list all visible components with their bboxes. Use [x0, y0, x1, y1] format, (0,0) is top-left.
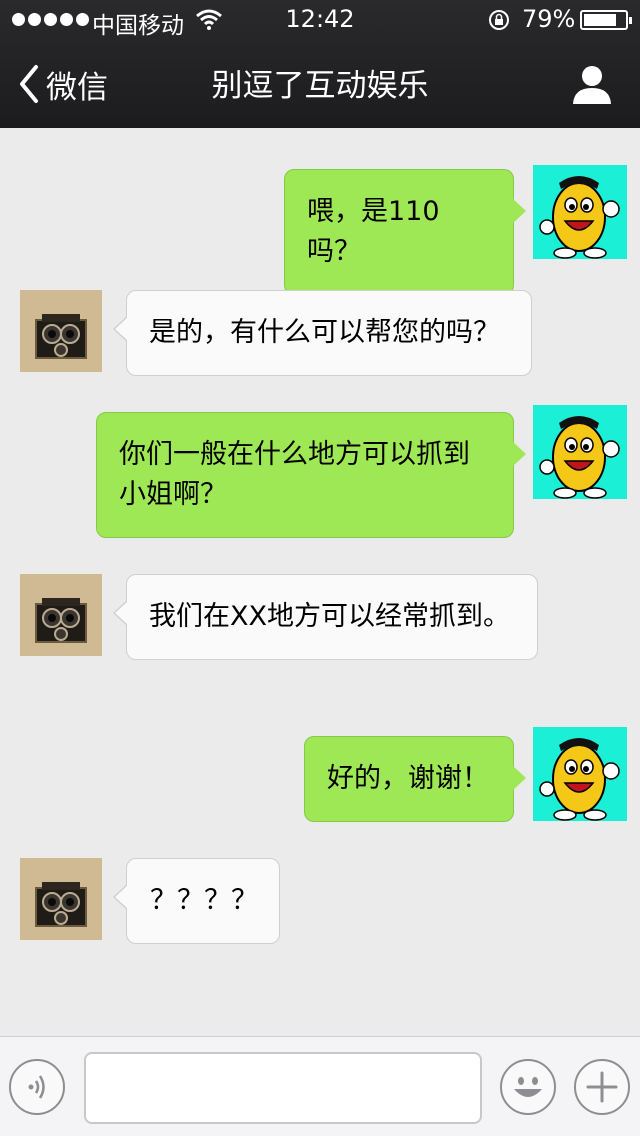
cartoon-egg-avatar-icon — [533, 727, 627, 821]
voice-button[interactable] — [9, 1059, 65, 1115]
nav-bar: 微信 别逗了互动娱乐 — [0, 40, 640, 128]
rotation-lock-icon — [489, 10, 509, 30]
contact-avatar[interactable] — [20, 858, 102, 940]
contact-avatar[interactable] — [20, 574, 102, 656]
message-bubble-received[interactable]: ？？？？ — [113, 858, 280, 944]
header: 中国移动 12:42 79% 微信 别逗了互动娱乐 — [0, 0, 640, 128]
status-bar: 中国移动 12:42 79% — [0, 0, 640, 40]
voice-icon — [28, 1075, 45, 1099]
profile-icon[interactable] — [570, 62, 614, 106]
message-input[interactable] — [84, 1052, 482, 1124]
message-bubble-sent[interactable]: 喂，是110吗？ — [284, 169, 526, 295]
message-bubble-received[interactable]: 我们在XX地方可以经常抓到。 — [113, 574, 538, 660]
message-bubble-received[interactable]: 是的，有什么可以帮您的吗？ — [113, 290, 532, 376]
my-avatar[interactable] — [533, 165, 627, 259]
contact-avatar[interactable] — [20, 290, 102, 372]
emoji-icon — [514, 1077, 542, 1097]
vintage-camera-avatar-icon — [20, 290, 102, 372]
vintage-camera-avatar-icon — [20, 574, 102, 656]
battery-icon — [580, 10, 632, 30]
input-bar — [0, 1036, 640, 1136]
my-avatar[interactable] — [533, 727, 627, 821]
vintage-camera-avatar-icon — [20, 858, 102, 940]
battery-percent: 79% — [522, 5, 576, 33]
plus-button[interactable] — [574, 1059, 630, 1115]
message-bubble-sent[interactable]: 好的，谢谢！ — [304, 736, 526, 822]
cartoon-egg-avatar-icon — [533, 165, 627, 259]
chat-area: 喂，是110吗？ 是的，有什么可以帮您的吗？ 你们一般在什么地方可以抓到小姐啊？… — [0, 128, 640, 1036]
message-bubble-sent[interactable]: 你们一般在什么地方可以抓到小姐啊？ — [96, 412, 526, 538]
page-title: 别逗了互动娱乐 — [211, 68, 429, 104]
cartoon-egg-avatar-icon — [533, 405, 627, 499]
plus-icon — [586, 1071, 618, 1103]
emoji-button[interactable] — [500, 1059, 556, 1115]
my-avatar[interactable] — [533, 405, 627, 499]
